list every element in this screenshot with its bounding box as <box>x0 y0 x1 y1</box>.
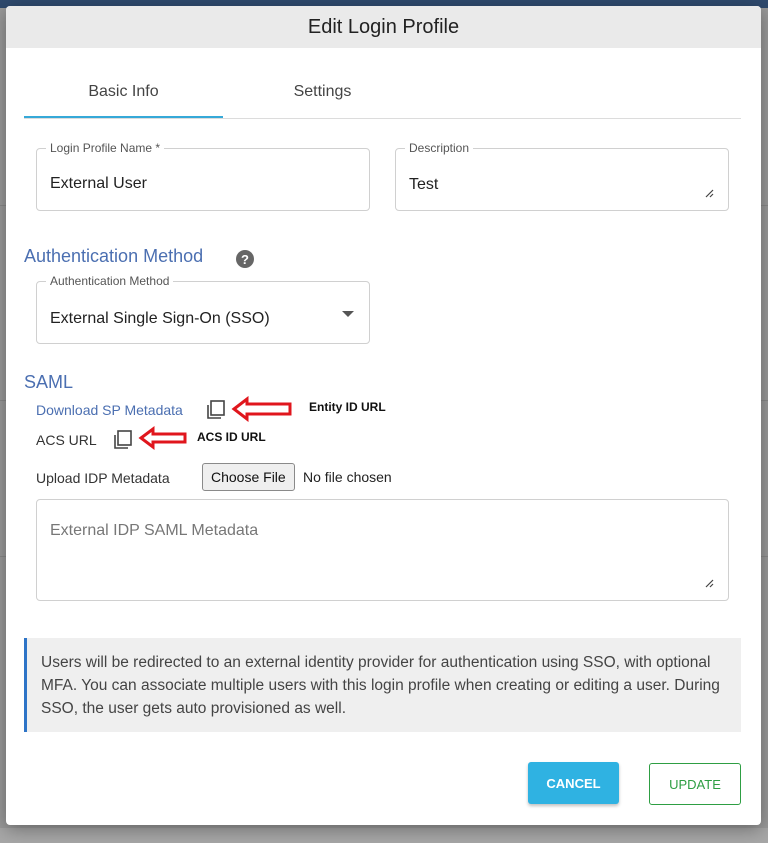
info-callout: Users will be redirected to an external … <box>24 638 741 732</box>
acs-url-label: ACS URL <box>36 432 97 448</box>
acs-id-annotation: ACS ID URL <box>197 430 266 444</box>
file-status-text: No file chosen <box>303 469 392 485</box>
help-icon[interactable]: ? <box>236 250 254 268</box>
download-sp-metadata-link[interactable]: Download SP Metadata <box>36 402 183 418</box>
idp-metadata-textarea[interactable]: External IDP SAML Metadata <box>36 499 729 601</box>
description-value: Test <box>409 176 439 193</box>
auth-method-select[interactable]: Authentication Method External Single Si… <box>36 274 370 344</box>
description-field[interactable]: Description Test <box>395 141 729 211</box>
tab-bar: Basic Info Settings <box>24 68 741 119</box>
dialog-title: Edit Login Profile <box>307 15 460 38</box>
auth-method-label: Authentication Method <box>46 274 174 288</box>
background-page-footer <box>0 828 768 843</box>
edit-login-profile-dialog: Edit Login Profile Basic Info Settings L… <box>6 6 761 825</box>
profile-name-label: Login Profile Name * <box>46 141 165 155</box>
resize-handle-icon[interactable] <box>704 188 714 198</box>
tab-basic-info[interactable]: Basic Info <box>24 68 223 118</box>
info-text: Users will be redirected to an external … <box>41 654 720 717</box>
idp-metadata-placeholder: External IDP SAML Metadata <box>50 522 259 539</box>
description-label: Description <box>405 141 474 155</box>
copy-icon[interactable] <box>112 429 134 451</box>
resize-handle-icon[interactable] <box>704 578 714 588</box>
choose-file-button[interactable]: Choose File <box>202 463 295 491</box>
upload-idp-metadata-label: Upload IDP Metadata <box>36 470 170 486</box>
saml-section-title: SAML <box>24 372 74 392</box>
annotation-arrow-icon <box>138 426 187 450</box>
chevron-down-icon <box>342 311 354 317</box>
annotation-arrow-icon <box>231 396 292 422</box>
auth-method-value: External Single Sign-On (SSO) <box>50 310 270 327</box>
dialog-header: Edit Login Profile <box>6 6 761 48</box>
auth-section-title: Authentication Method <box>24 246 204 266</box>
profile-name-field[interactable]: Login Profile Name * External User <box>36 141 370 211</box>
cancel-button[interactable]: CANCEL <box>528 762 619 804</box>
tab-settings[interactable]: Settings <box>223 68 422 116</box>
update-button[interactable]: UPDATE <box>649 763 741 805</box>
copy-icon[interactable] <box>205 399 227 421</box>
entity-id-annotation: Entity ID URL <box>309 400 386 414</box>
profile-name-value: External User <box>50 175 147 192</box>
